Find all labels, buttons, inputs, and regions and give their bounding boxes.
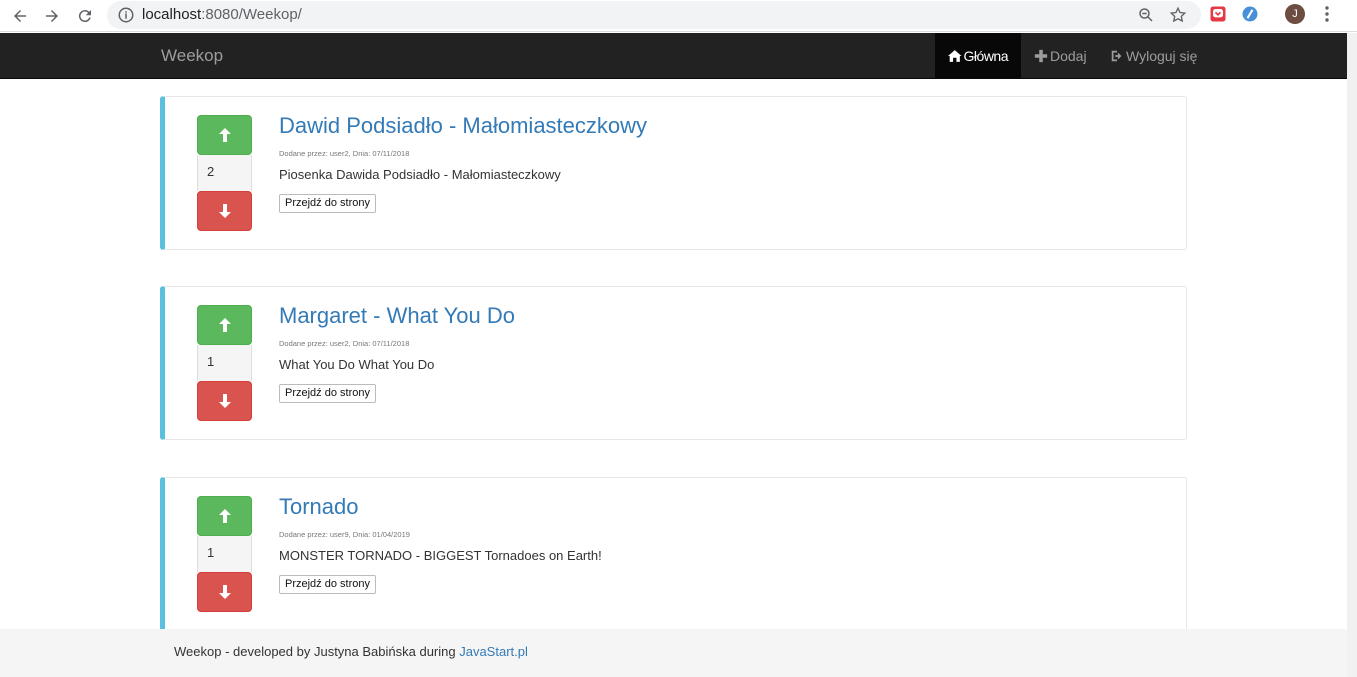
nav-item-label: Wyloguj się	[1126, 47, 1198, 64]
arrow-up-icon	[218, 128, 231, 142]
zoom-icon[interactable]	[1137, 6, 1155, 24]
downvote-button[interactable]	[197, 572, 252, 612]
home-icon	[948, 49, 962, 62]
reload-icon[interactable]	[73, 4, 97, 28]
arrow-down-icon	[218, 204, 231, 218]
arrow-down-icon	[218, 394, 231, 408]
pocket-extension-icon[interactable]	[1208, 4, 1228, 24]
post-card: 2 Dawid Podsiadło - Małomiasteczkowy Dod…	[160, 96, 1187, 250]
post-meta: Dodane przez: user2, Dnia: 07/11/2018	[279, 339, 410, 348]
browser-toolbar: localhost:8080/Weekop/ J	[0, 0, 1357, 32]
arrow-up-icon	[218, 318, 231, 332]
downvote-button[interactable]	[197, 381, 252, 421]
post-list: 2 Dawid Podsiadło - Małomiasteczkowy Dod…	[0, 79, 1347, 629]
arrow-up-icon	[218, 509, 231, 523]
vote-count: 1	[197, 345, 252, 381]
upvote-button[interactable]	[197, 115, 252, 155]
profile-avatar[interactable]: J	[1285, 4, 1305, 24]
post-description: What You Do What You Do	[279, 357, 435, 372]
nav-item-logout[interactable]: Wyloguj się	[1097, 33, 1210, 78]
plus-icon	[1034, 49, 1048, 62]
vote-count: 1	[197, 536, 252, 572]
post-meta: Dodane przez: user2, Dnia: 07/11/2018	[279, 149, 410, 158]
post-card: 1 Margaret - What You Do Dodane przez: u…	[160, 286, 1187, 440]
footer-text: Weekop - developed by Justyna Babińska d…	[174, 644, 528, 659]
post-description: Piosenka Dawida Podsiadło - Małomiastecz…	[279, 167, 561, 182]
extension-icon[interactable]	[1240, 4, 1260, 24]
downvote-button[interactable]	[197, 191, 252, 231]
info-icon[interactable]	[117, 6, 135, 24]
nav-item-home[interactable]: Główna	[935, 33, 1021, 78]
footer: Weekop - developed by Justyna Babińska d…	[0, 629, 1347, 677]
post-title-link[interactable]: Tornado	[279, 494, 359, 520]
post-meta: Dodane przez: user9, Dnia: 01/04/2019	[279, 530, 410, 539]
footer-javastart-link[interactable]: JavaStart.pl	[459, 644, 528, 659]
menu-dots-icon[interactable]	[1319, 5, 1335, 23]
nav-item-add[interactable]: Dodaj	[1021, 33, 1100, 78]
upvote-button[interactable]	[197, 305, 252, 345]
bookmark-star-icon[interactable]	[1169, 6, 1187, 24]
nav-item-label: Dodaj	[1050, 47, 1087, 64]
post-title-link[interactable]: Dawid Podsiadło - Małomiasteczkowy	[279, 113, 647, 139]
back-icon[interactable]	[8, 4, 32, 28]
go-to-page-button[interactable]: Przejdź do strony	[279, 384, 376, 403]
address-bar[interactable]: localhost:8080/Weekop/	[107, 1, 1201, 29]
nav-item-label: Główna	[963, 47, 1009, 64]
upvote-button[interactable]	[197, 496, 252, 536]
go-to-page-button[interactable]: Przejdź do strony	[279, 575, 376, 594]
footer-credit: Weekop - developed by Justyna Babińska d…	[174, 644, 460, 659]
go-to-page-button[interactable]: Przejdź do strony	[279, 194, 376, 213]
forward-icon[interactable]	[40, 4, 64, 28]
post-card: 1 Tornado Dodane przez: user9, Dnia: 01/…	[160, 477, 1187, 629]
post-title-link[interactable]: Margaret - What You Do	[279, 303, 515, 329]
url-text: localhost:8080/Weekop/	[142, 6, 302, 23]
logout-icon	[1111, 50, 1122, 61]
brand-link[interactable]: Weekop	[161, 46, 223, 66]
arrow-down-icon	[218, 585, 231, 599]
post-description: MONSTER TORNADO - BIGGEST Tornadoes on E…	[279, 548, 602, 563]
scrollbar[interactable]	[1347, 33, 1357, 677]
navbar: Weekop Główna Dodaj Wyloguj się	[0, 33, 1347, 79]
vote-count: 2	[197, 155, 252, 191]
